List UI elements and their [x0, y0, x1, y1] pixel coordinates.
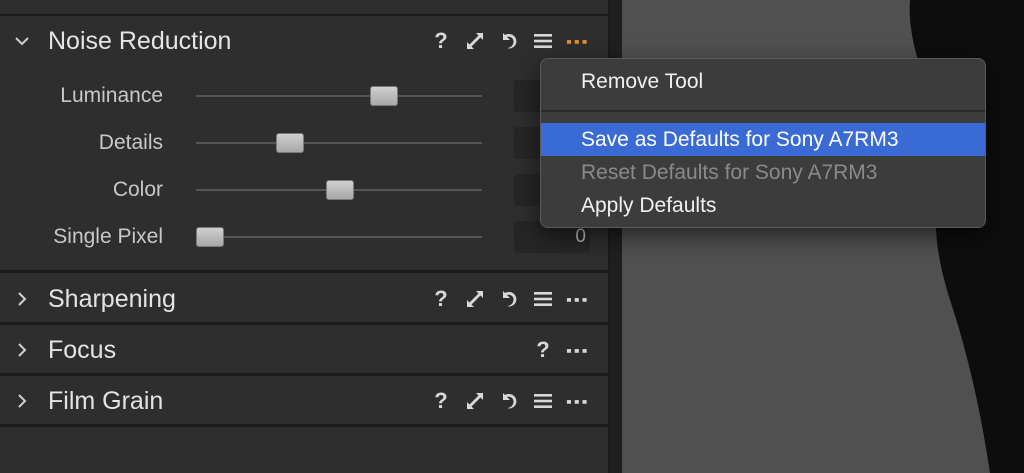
- menu-item-reset-defaults: Reset Defaults for Sony A7RM3: [581, 161, 878, 184]
- help-icon[interactable]: ?: [430, 28, 452, 53]
- presets-menu-icon[interactable]: [532, 288, 554, 310]
- tool-title: Sharpening: [48, 284, 176, 313]
- more-icon[interactable]: [566, 339, 588, 361]
- tool-title: Focus: [48, 335, 117, 364]
- slider-row-luminance: Luminance: [0, 76, 608, 116]
- tool-options-menu: Remove Tool Save as Defaults for Sony A7…: [540, 58, 986, 228]
- slider-row-single-pixel: Single Pixel 0: [0, 217, 608, 257]
- tools-panel: Noise Reduction ? Luminance Details Colo…: [0, 0, 610, 473]
- more-icon[interactable]: [566, 390, 588, 412]
- slider-track[interactable]: [196, 236, 482, 238]
- film-grain-header[interactable]: Film Grain ?: [0, 377, 608, 425]
- menu-item-remove-tool[interactable]: Remove Tool: [541, 65, 985, 98]
- slider-label: Luminance: [60, 84, 163, 107]
- slider-thumb[interactable]: [276, 133, 304, 153]
- expand-icon[interactable]: [464, 30, 486, 52]
- menu-item-save-defaults[interactable]: Save as Defaults for Sony A7RM3: [541, 123, 985, 156]
- help-icon[interactable]: ?: [532, 337, 554, 362]
- slider-row-details: Details: [0, 123, 608, 163]
- slider-row-color: Color: [0, 170, 608, 210]
- previous-tool-header-cut: [0, 0, 608, 16]
- slider-track[interactable]: [196, 142, 482, 144]
- slider-label: Details: [98, 131, 163, 154]
- noise-reduction-header[interactable]: Noise Reduction ?: [0, 17, 608, 65]
- slider-thumb[interactable]: [370, 86, 398, 106]
- reset-icon[interactable]: [498, 288, 520, 310]
- divider: [0, 322, 608, 325]
- presets-menu-icon[interactable]: [532, 30, 554, 52]
- menu-item-apply-defaults[interactable]: Apply Defaults: [541, 189, 985, 222]
- chevron-down-icon[interactable]: [12, 31, 32, 51]
- slider-track[interactable]: [196, 95, 482, 97]
- expand-icon[interactable]: [464, 390, 486, 412]
- tool-header-actions: ?: [430, 388, 588, 413]
- slider-thumb[interactable]: [326, 180, 354, 200]
- more-icon[interactable]: [566, 288, 588, 310]
- divider: [0, 270, 608, 273]
- more-icon[interactable]: [566, 30, 588, 52]
- help-icon[interactable]: ?: [430, 388, 452, 413]
- tool-header-actions: ?: [430, 28, 588, 53]
- presets-menu-icon[interactable]: [532, 390, 554, 412]
- reset-icon[interactable]: [498, 390, 520, 412]
- sharpening-header[interactable]: Sharpening ?: [0, 275, 608, 323]
- expand-icon[interactable]: [464, 288, 486, 310]
- tool-header-actions: ?: [430, 286, 588, 311]
- focus-header[interactable]: Focus ?: [0, 326, 608, 374]
- chevron-right-icon[interactable]: [12, 340, 32, 360]
- chevron-right-icon[interactable]: [12, 391, 32, 411]
- help-icon[interactable]: ?: [430, 286, 452, 311]
- slider-label: Single Pixel: [53, 225, 163, 248]
- reset-icon[interactable]: [498, 30, 520, 52]
- divider: [0, 424, 608, 427]
- tool-header-actions: ?: [532, 337, 588, 362]
- tool-title: Noise Reduction: [48, 26, 232, 55]
- slider-thumb[interactable]: [196, 227, 224, 247]
- tool-title: Film Grain: [48, 386, 164, 415]
- divider: [0, 373, 608, 376]
- slider-label: Color: [112, 178, 163, 201]
- chevron-right-icon[interactable]: [12, 289, 32, 309]
- menu-separator: [541, 110, 985, 112]
